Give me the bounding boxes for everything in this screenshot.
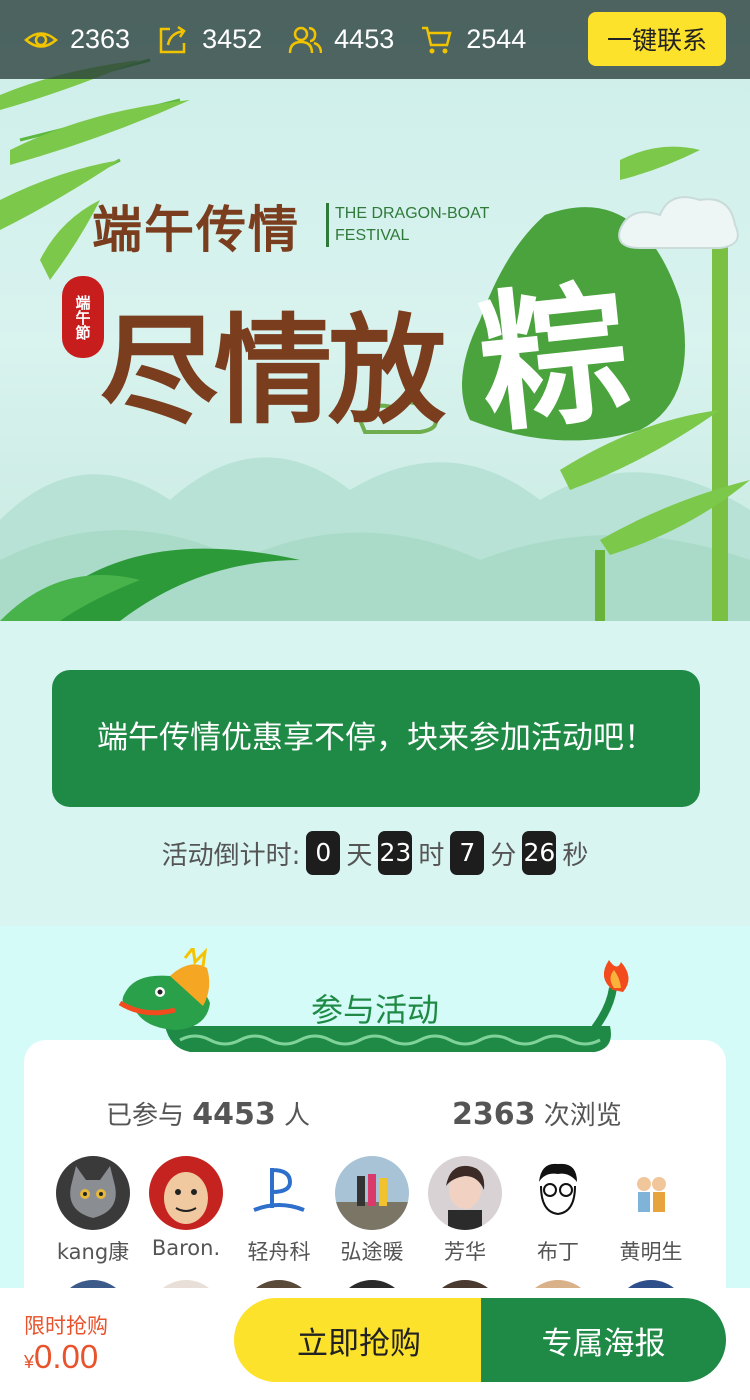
participant-item[interactable]: 黄明生 bbox=[614, 1156, 688, 1266]
participate-title: 参与活动 bbox=[310, 991, 439, 1029]
avatar bbox=[335, 1156, 409, 1230]
eye-icon bbox=[24, 31, 58, 48]
views-stat: 2363 bbox=[24, 23, 130, 57]
joined-count: 已参与 4453 人 bbox=[106, 1095, 310, 1132]
shares-count: 3452 bbox=[202, 24, 263, 54]
festival-banner: 端午传情 THE DRAGON-BOAT FESTIVAL 端午節 尽情放 粽 bbox=[0, 0, 750, 621]
share-icon bbox=[159, 25, 186, 53]
banner-title-big: 尽情放 bbox=[100, 301, 446, 440]
banner-seal: 端午節 bbox=[62, 276, 104, 358]
banner-zongzi-char: 粽 bbox=[470, 263, 639, 455]
participants-count: 4453 bbox=[334, 24, 395, 54]
views-number: 2363 bbox=[452, 1097, 536, 1132]
contact-button[interactable]: 一键联系 bbox=[588, 12, 726, 66]
banner-english-line-1: THE DRAGON-BOAT bbox=[335, 205, 490, 222]
avatar bbox=[56, 1156, 130, 1230]
countdown-days-unit: 天 bbox=[346, 840, 373, 871]
bottom-action-bar: 限时抢购 ¥0.00 立即抢购 专属海报 bbox=[0, 1288, 750, 1400]
countdown-days: 0 bbox=[306, 831, 341, 875]
participant-item[interactable]: 弘途暖 bbox=[335, 1156, 409, 1266]
slogan-box: 端午传情优惠享不停，块来参加活动吧！ bbox=[52, 670, 700, 807]
promo-label: 限时抢购 bbox=[24, 1314, 108, 1338]
banner-english-line-2: FESTIVAL bbox=[335, 227, 410, 244]
shares-stat: 3452 bbox=[156, 23, 262, 57]
orders-stat: 2544 bbox=[420, 23, 526, 57]
participant-item[interactable]: kang康 bbox=[56, 1156, 130, 1266]
views-suffix: 次浏览 bbox=[543, 1101, 622, 1131]
views-summary: 2363 次浏览 bbox=[452, 1095, 622, 1132]
participant-name: kang康 bbox=[56, 1240, 130, 1264]
cart-icon bbox=[422, 26, 452, 53]
currency-symbol: ¥ bbox=[24, 1352, 35, 1372]
views-count: 2363 bbox=[70, 24, 131, 54]
buy-now-button[interactable]: 立即抢购 bbox=[234, 1298, 484, 1382]
participants-stat: 4453 bbox=[288, 23, 394, 57]
joined-number: 4453 bbox=[192, 1097, 276, 1132]
participant-item[interactable]: 轻舟科 bbox=[242, 1156, 316, 1266]
banner-title-small: 端午传情 bbox=[92, 200, 300, 259]
users-icon bbox=[288, 26, 323, 53]
participant-item[interactable]: Baron. bbox=[149, 1156, 223, 1266]
avatar bbox=[614, 1156, 688, 1230]
participant-name: 弘途暖 bbox=[340, 1240, 404, 1264]
orders-count: 2544 bbox=[466, 24, 527, 54]
participant-item[interactable]: 布丁 bbox=[521, 1156, 595, 1266]
poster-button[interactable]: 专属海报 bbox=[481, 1298, 726, 1382]
banner-english-title: THE DRAGON-BOAT FESTIVAL bbox=[326, 203, 489, 247]
avatar bbox=[428, 1156, 502, 1230]
promo-price: ¥0.00 bbox=[24, 1338, 98, 1376]
activity-section: 端午传情优惠享不停，块来参加活动吧！ 活动倒计时: 0 天 23 时 7 分 2… bbox=[0, 621, 750, 926]
joined-suffix: 人 bbox=[284, 1101, 311, 1131]
participant-name: 轻舟科 bbox=[247, 1240, 311, 1264]
countdown-label: 活动倒计时: bbox=[161, 840, 301, 871]
countdown-hours: 23 bbox=[378, 831, 413, 875]
avatar bbox=[521, 1156, 595, 1230]
countdown: 活动倒计时: 0 天 23 时 7 分 26 秒 bbox=[0, 831, 750, 875]
countdown-minutes-unit: 分 bbox=[490, 840, 517, 871]
countdown-minutes: 7 bbox=[450, 831, 485, 875]
avatar bbox=[149, 1156, 223, 1230]
participant-name: 布丁 bbox=[537, 1240, 579, 1264]
slogan-text: 端午传情优惠享不停，块来参加活动吧！ bbox=[97, 720, 655, 756]
stats-bar: 2363 3452 4453 2544 一键联系 bbox=[0, 0, 750, 79]
participant-name: 黄明生 bbox=[619, 1240, 683, 1264]
countdown-seconds-unit: 秒 bbox=[562, 840, 589, 871]
participant-name: Baron. bbox=[151, 1236, 221, 1260]
joined-prefix: 已参与 bbox=[106, 1101, 185, 1131]
participant-name: 芳华 bbox=[444, 1240, 486, 1264]
avatar bbox=[242, 1156, 316, 1230]
price-value: 0.00 bbox=[34, 1338, 99, 1375]
countdown-seconds: 26 bbox=[522, 831, 557, 875]
participant-list: kang康 Baron. 轻舟科 弘途暖 芳华 布丁 黄明生 bbox=[56, 1156, 707, 1266]
countdown-hours-unit: 时 bbox=[418, 840, 445, 871]
participant-item[interactable]: 芳华 bbox=[428, 1156, 502, 1266]
